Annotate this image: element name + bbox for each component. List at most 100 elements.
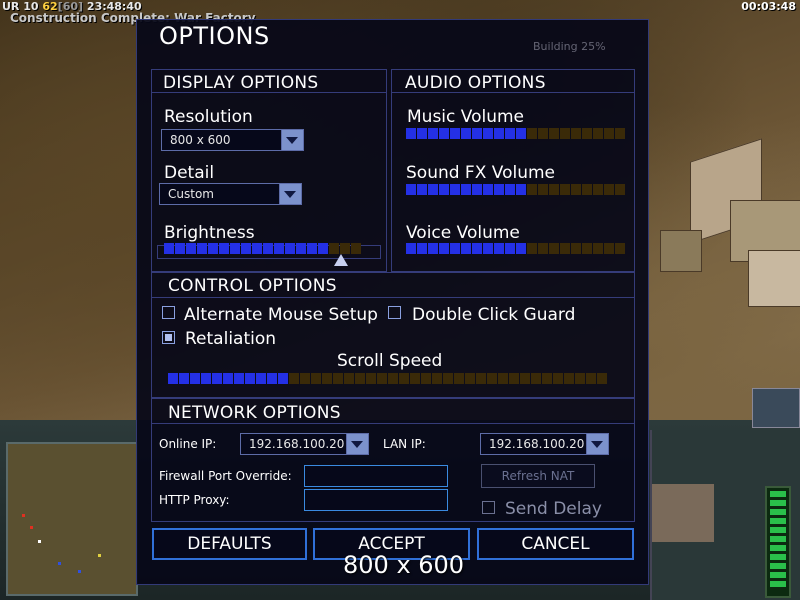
slider-segment <box>190 373 200 384</box>
slider-segment <box>421 373 431 384</box>
retaliation-label: Retaliation <box>185 329 277 349</box>
slider-segment <box>531 373 541 384</box>
voice-volume-slider[interactable] <box>406 243 625 254</box>
send-delay-checkbox[interactable] <box>482 501 495 514</box>
slider-segment <box>461 128 471 139</box>
unit-dot <box>58 562 61 565</box>
unit-dot <box>98 554 101 557</box>
slider-segment <box>516 128 526 139</box>
slider-segment <box>439 128 449 139</box>
slider-segment <box>571 243 581 254</box>
slider-segment <box>432 373 442 384</box>
slider-segment <box>410 373 420 384</box>
slider-segment <box>417 128 427 139</box>
online-ip-label: Online IP: <box>159 437 217 451</box>
refresh-nat-button[interactable]: Refresh NAT <box>481 464 595 488</box>
slider-segment <box>285 243 295 254</box>
slider-segment <box>428 184 438 195</box>
retaliation-checkbox[interactable] <box>162 331 175 344</box>
firewall-port-label: Firewall Port Override: <box>159 469 292 483</box>
slider-segment <box>355 373 365 384</box>
slider-segment <box>461 184 471 195</box>
alternate-mouse-label: Alternate Mouse Setup <box>184 305 378 325</box>
slider-segment <box>597 373 607 384</box>
defaults-button[interactable]: DEFAULTS <box>152 528 307 560</box>
slider-segment <box>505 243 515 254</box>
scroll-speed-slider[interactable] <box>168 373 607 384</box>
http-proxy-input[interactable] <box>304 489 448 511</box>
lan-ip-dropdown[interactable]: 192.168.100.20 <box>480 433 609 455</box>
slider-segment <box>168 373 178 384</box>
divider <box>152 423 634 424</box>
slider-segment <box>516 184 526 195</box>
slider-segment <box>582 128 592 139</box>
slider-segment <box>465 373 475 384</box>
unit-dot <box>78 570 81 573</box>
detail-dropdown[interactable]: Custom <box>159 183 302 205</box>
send-delay-label: Send Delay <box>505 499 602 519</box>
slider-segment <box>615 184 625 195</box>
firewall-port-input[interactable] <box>304 465 448 487</box>
slider-segment <box>505 128 515 139</box>
lan-ip-label: LAN IP: <box>383 437 426 451</box>
slider-segment <box>560 243 570 254</box>
online-ip-dropdown[interactable]: 192.168.100.20 <box>240 433 369 455</box>
http-proxy-label: HTTP Proxy: <box>159 493 230 507</box>
dialog-title: OPTIONS <box>159 22 270 50</box>
slider-segment <box>450 128 460 139</box>
slider-segment <box>575 373 585 384</box>
display-options-heading: DISPLAY OPTIONS <box>163 73 319 93</box>
chevron-down-icon[interactable] <box>279 184 301 204</box>
music-volume-slider[interactable] <box>406 128 625 139</box>
slider-segment <box>571 184 581 195</box>
brightness-slider-thumb[interactable] <box>334 254 348 266</box>
slider-segment <box>450 184 460 195</box>
lan-ip-value: 192.168.100.20 <box>489 437 585 451</box>
slider-segment <box>230 243 240 254</box>
slider-segment <box>289 373 299 384</box>
unit-dot <box>30 526 33 529</box>
slider-segment <box>538 243 548 254</box>
slider-segment <box>560 128 570 139</box>
minimap[interactable] <box>6 442 138 596</box>
brightness-slider[interactable] <box>164 243 361 254</box>
slider-segment <box>256 373 266 384</box>
cancel-button[interactable]: CANCEL <box>477 528 634 560</box>
voice-volume-label: Voice Volume <box>406 223 520 243</box>
control-options-heading: CONTROL OPTIONS <box>168 276 337 296</box>
slider-segment <box>439 184 449 195</box>
detail-value: Custom <box>168 187 214 201</box>
slider-segment <box>197 243 207 254</box>
chevron-down-icon[interactable] <box>281 130 303 150</box>
slider-segment <box>443 373 453 384</box>
slider-segment <box>494 128 504 139</box>
slider-segment <box>516 243 526 254</box>
building-sprite <box>748 250 800 307</box>
slider-segment <box>311 373 321 384</box>
radar-thumbnail[interactable] <box>752 388 800 428</box>
slider-segment <box>241 243 251 254</box>
slider-segment <box>527 243 537 254</box>
slider-segment <box>329 243 339 254</box>
chevron-down-icon[interactable] <box>346 434 368 454</box>
slider-segment <box>542 373 552 384</box>
resolution-value: 800 x 600 <box>170 133 231 147</box>
slider-segment <box>509 373 519 384</box>
alternate-mouse-checkbox[interactable] <box>162 306 175 319</box>
slider-segment <box>399 373 409 384</box>
slider-segment <box>223 373 233 384</box>
resolution-dropdown[interactable]: 800 x 600 <box>161 129 304 151</box>
online-ip-value: 192.168.100.20 <box>249 437 345 451</box>
slider-segment <box>417 243 427 254</box>
detail-label: Detail <box>164 163 215 183</box>
slider-segment <box>593 128 603 139</box>
build-cameo[interactable] <box>652 484 714 542</box>
slider-segment <box>377 373 387 384</box>
slider-segment <box>538 184 548 195</box>
slider-segment <box>593 184 603 195</box>
double-click-guard-checkbox[interactable] <box>388 306 401 319</box>
sound-fx-volume-slider[interactable] <box>406 184 625 195</box>
slider-segment <box>252 243 262 254</box>
chevron-down-icon[interactable] <box>586 434 608 454</box>
slider-segment <box>263 243 273 254</box>
